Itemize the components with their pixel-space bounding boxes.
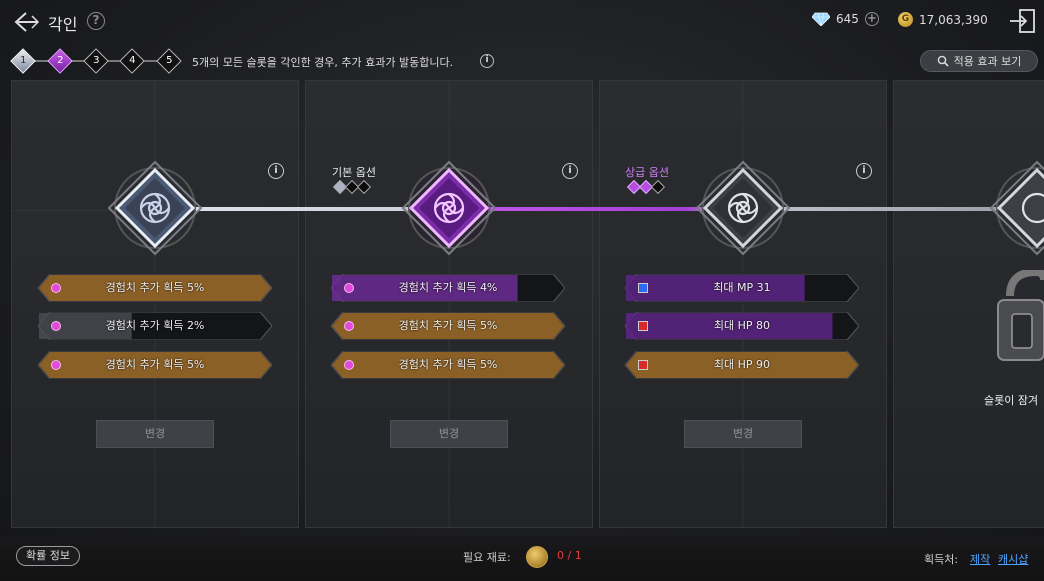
gem-count: 645 xyxy=(836,12,859,26)
change-button[interactable]: 변경 xyxy=(684,420,802,448)
change-button[interactable]: 변경 xyxy=(390,420,508,448)
option-text: 경험치 추가 획득 5% xyxy=(105,358,205,371)
basic-option-label: 기본 옵션 xyxy=(332,166,376,179)
back-arrow-icon[interactable] xyxy=(12,10,40,34)
info-icon[interactable]: i xyxy=(480,54,494,68)
material-coin-icon xyxy=(526,546,548,568)
acquire-shop-link[interactable]: 캐시샵 xyxy=(998,551,1028,567)
option-row[interactable]: 경험치 추가 획득 5% xyxy=(331,351,565,379)
step-4[interactable]: 4 xyxy=(119,48,145,74)
material-label: 필요 재료: xyxy=(463,551,511,564)
option-row[interactable]: 최대 HP 90 xyxy=(625,351,859,379)
material-count: 0 / 1 xyxy=(557,549,582,562)
option-text: 경험치 추가 획득 4% xyxy=(398,281,498,294)
rune-connector-line xyxy=(148,207,1044,211)
gold-count: 17,063,390 xyxy=(919,12,988,27)
rune-gray-icon[interactable] xyxy=(695,160,791,256)
option-text: 경험치 추가 획득 2% xyxy=(105,319,205,332)
option-text: 경험치 추가 획득 5% xyxy=(398,319,498,332)
slot-locked-text: 슬롯이 잠겨 xyxy=(984,394,1039,407)
exit-icon[interactable] xyxy=(1008,8,1036,34)
option-row[interactable]: 경험치 추가 획득 5% xyxy=(38,351,272,379)
gold-currency: G 17,063,390 xyxy=(898,12,988,27)
acquire-craft-link[interactable]: 제작 xyxy=(970,551,990,567)
view-effects-button[interactable]: 적용 효과 보기 xyxy=(920,50,1038,72)
panel-decoration xyxy=(306,81,592,527)
step-2[interactable]: 2 xyxy=(47,48,73,74)
option-row[interactable]: 최대 MP 31 xyxy=(625,274,859,302)
steps-description: 5개의 모든 슬롯을 각인한 경우, 추가 효과가 발동합니다. xyxy=(192,56,454,69)
option-row[interactable]: 경험치 추가 획득 2% xyxy=(38,312,272,340)
option-row[interactable]: 경험치 추가 획득 4% xyxy=(331,274,565,302)
rune-slot-panel-1: i xyxy=(11,80,299,528)
slot-info-icon[interactable]: i xyxy=(856,163,872,179)
step-1[interactable]: 1 xyxy=(10,48,36,74)
rune-slot-panel-2: 기본 옵션 i xyxy=(305,80,593,528)
diamond-icon xyxy=(812,12,830,26)
step-indicator: 1 2 3 4 5 xyxy=(10,48,182,74)
help-icon[interactable]: ? xyxy=(87,12,105,30)
gem-currency: 645 + xyxy=(812,12,879,26)
advanced-option-indicator xyxy=(626,179,666,195)
probability-info-button[interactable]: 확률 정보 xyxy=(16,546,80,566)
step-5[interactable]: 5 xyxy=(156,48,182,74)
panel-decoration xyxy=(12,81,298,527)
lock-icon xyxy=(997,270,1044,361)
option-text: 경험치 추가 획득 5% xyxy=(398,358,498,371)
basic-option-indicator xyxy=(332,179,372,195)
option-text: 최대 MP 31 xyxy=(713,281,771,294)
panel-decoration xyxy=(600,81,886,527)
rune-locked-partial-icon xyxy=(989,160,1044,256)
step-3[interactable]: 3 xyxy=(83,48,109,74)
option-text: 경험치 추가 획득 5% xyxy=(105,281,205,294)
slot-info-icon[interactable]: i xyxy=(268,163,284,179)
acquire-label: 획득처: xyxy=(924,553,959,566)
search-icon xyxy=(937,55,949,67)
top-bar: 각인 ? 645 + G 17,063,390 xyxy=(0,0,1044,44)
slot-info-icon[interactable]: i xyxy=(562,163,578,179)
page-title: 각인 xyxy=(48,15,78,34)
rune-slot-panel-3: 상급 옵션 i xyxy=(599,80,887,528)
option-row[interactable]: 최대 HP 80 xyxy=(625,312,859,340)
rune-purple-icon[interactable] xyxy=(401,160,497,256)
option-text: 최대 HP 90 xyxy=(713,358,771,371)
option-row[interactable]: 경험치 추가 획득 5% xyxy=(331,312,565,340)
option-text: 최대 HP 80 xyxy=(713,319,771,332)
change-button[interactable]: 변경 xyxy=(96,420,214,448)
bottom-bar xyxy=(0,536,1044,581)
add-gem-button[interactable]: + xyxy=(864,12,879,26)
advanced-option-label: 상급 옵션 xyxy=(625,166,669,179)
gold-coin-icon: G xyxy=(898,12,913,27)
rune-silver-icon[interactable] xyxy=(107,160,203,256)
option-row[interactable]: 경험치 추가 획득 5% xyxy=(38,274,272,302)
